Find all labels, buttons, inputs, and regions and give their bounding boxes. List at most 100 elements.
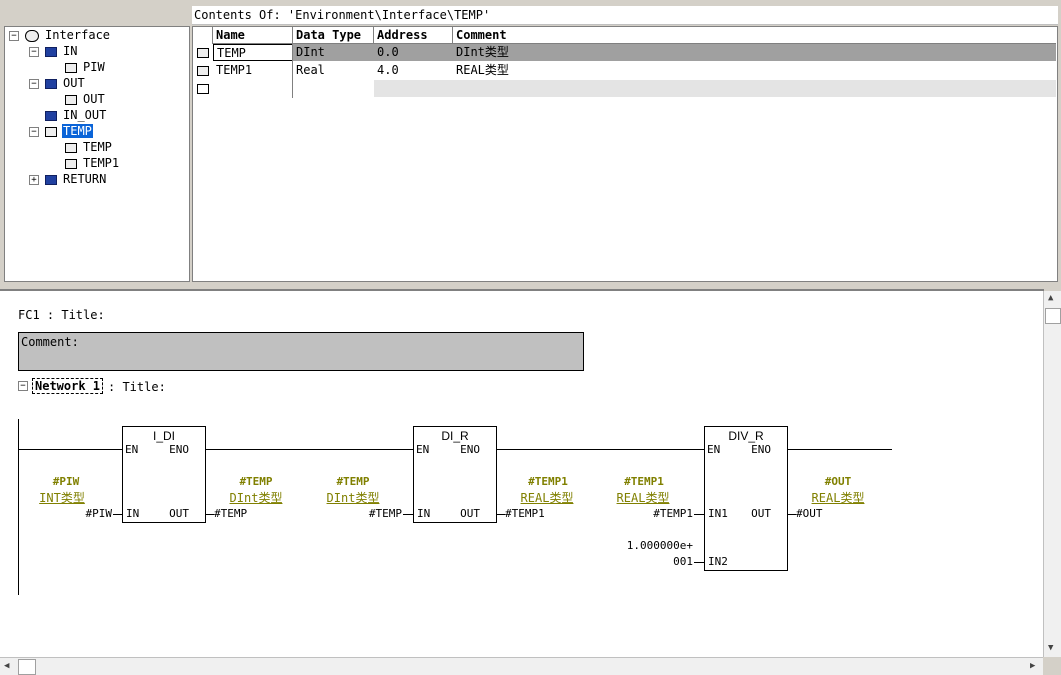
pin-wire — [113, 514, 122, 515]
symbol-label: #TEMP — [239, 475, 273, 488]
pin-in2: IN2 — [708, 555, 728, 568]
ladder-editor[interactable]: FC1 : Title: Comment: − Network 1 : Titl… — [0, 289, 1044, 657]
table-cell-name[interactable]: TEMP1 — [216, 62, 252, 79]
pin-wire — [403, 514, 413, 515]
tree-item-return[interactable]: RETURN — [63, 172, 106, 186]
scroll-right-icon[interactable]: ▶ — [1030, 661, 1035, 671]
param-icon — [45, 79, 57, 89]
network-label[interactable]: Network 1 — [32, 378, 104, 394]
comment-box[interactable]: Comment: — [18, 332, 584, 371]
scroll-thumb[interactable] — [1045, 308, 1061, 324]
scroll-up-icon[interactable]: ▲ — [1048, 293, 1053, 303]
tree-item-in[interactable]: IN — [63, 44, 77, 58]
pin-out: OUT — [460, 507, 480, 520]
comment-label: REAL类型 — [616, 491, 670, 505]
collapse-icon[interactable]: − — [9, 31, 19, 41]
operand-out[interactable]: #TEMP — [214, 507, 247, 520]
eno-wire — [496, 449, 705, 450]
symbol-label: #TEMP — [336, 475, 370, 488]
comment-label: DInt类型 — [229, 491, 283, 505]
contents-of-bar: Contents Of: 'Environment\Interface\TEMP… — [192, 6, 1058, 25]
column-header-comment[interactable]: Comment — [453, 27, 1056, 44]
horizontal-scrollbar[interactable]: ◀ ▶ — [0, 657, 1043, 675]
operand-in2-line1[interactable]: 1.000000e+ — [612, 539, 693, 552]
collapse-network-icon[interactable]: − — [18, 381, 28, 391]
tree-item-temp-child[interactable]: TEMP — [83, 140, 112, 154]
table-cell-comment[interactable]: REAL类型 — [456, 62, 509, 79]
scroll-down-icon[interactable]: ▼ — [1048, 643, 1053, 653]
pin-eno: ENO — [460, 443, 480, 456]
table-cell-type[interactable]: Real — [296, 62, 325, 79]
network-title: : Title: — [108, 380, 166, 394]
comment-label: REAL类型 — [811, 491, 865, 505]
collapse-icon[interactable]: − — [29, 79, 39, 89]
function-box-i-di[interactable]: I_DI EN ENO IN OUT — [122, 426, 206, 523]
param-icon — [45, 175, 57, 185]
table-cell-address[interactable]: 4.0 — [377, 62, 399, 79]
contents-of-label: Contents Of: 'Environment\Interface\TEMP… — [194, 8, 491, 22]
box-title: I_DI — [152, 429, 175, 443]
param-icon — [45, 47, 57, 57]
table-cell-comment[interactable]: DInt类型 — [456, 44, 509, 61]
pin-en: EN — [125, 443, 139, 456]
interface-tree[interactable]: − Interface − IN PIW − OUT OUT IN_OUT − … — [4, 26, 190, 282]
pin-en: EN — [707, 443, 721, 456]
operand-in[interactable]: #TEMP — [350, 507, 402, 520]
table-cell-address[interactable]: 0.0 — [377, 44, 399, 61]
operand-out[interactable]: #TEMP1 — [505, 507, 545, 520]
pin-in1: IN1 — [708, 507, 728, 520]
table-cell-name[interactable]: TEMP — [213, 44, 293, 61]
variable-icon — [65, 143, 77, 153]
power-rail — [18, 419, 19, 595]
tree-item-temp[interactable]: TEMP — [62, 124, 93, 138]
pin-in: IN — [417, 507, 431, 520]
column-header-data-type[interactable]: Data Type — [293, 27, 374, 44]
collapse-icon[interactable]: − — [29, 47, 39, 57]
vertical-scrollbar[interactable]: ▲ ▼ — [1043, 291, 1061, 657]
expand-icon[interactable]: + — [29, 175, 39, 185]
operand-out[interactable]: #OUT — [796, 507, 823, 520]
collapse-icon[interactable]: − — [29, 127, 39, 137]
tree-item-out-child[interactable]: OUT — [83, 92, 105, 106]
variable-table[interactable]: Name Data Type Address Comment TEMP DInt… — [192, 26, 1058, 282]
pin-in: IN — [126, 507, 140, 520]
pin-wire — [497, 514, 505, 515]
box-title: DIV_R — [728, 429, 764, 443]
column-header-name[interactable]: Name — [213, 27, 293, 44]
box-title: DI_R — [441, 429, 469, 443]
comment-label: INT类型 — [39, 491, 85, 505]
tree-item-piw[interactable]: PIW — [83, 60, 105, 74]
pin-eno: ENO — [169, 443, 189, 456]
pin-wire — [694, 514, 704, 515]
function-box-di-r[interactable]: DI_R EN ENO IN OUT — [413, 426, 497, 523]
table-cell-type[interactable]: DInt — [296, 44, 325, 61]
tree-item-temp1-child[interactable]: TEMP1 — [83, 156, 119, 170]
scroll-left-icon[interactable]: ◀ — [4, 661, 9, 671]
operand-in[interactable]: #PIW — [60, 507, 113, 520]
row-header-corner — [193, 27, 213, 44]
function-box-div-r[interactable]: DIV_R EN ENO IN1 OUT IN2 — [704, 426, 788, 571]
column-header-address[interactable]: Address — [374, 27, 453, 44]
pin-wire — [206, 514, 214, 515]
pin-out: OUT — [751, 507, 771, 520]
tree-item-interface[interactable]: Interface — [45, 28, 110, 42]
tree-item-out[interactable]: OUT — [63, 76, 85, 90]
variable-icon — [65, 95, 77, 105]
pin-wire — [788, 514, 796, 515]
symbol-label: #TEMP1 — [624, 475, 664, 488]
tree-item-in-out[interactable]: IN_OUT — [63, 108, 106, 122]
pin-out: OUT — [169, 507, 189, 520]
operand-in1[interactable]: #TEMP1 — [636, 507, 693, 520]
table-row-empty[interactable] — [374, 80, 1056, 97]
comment-label: REAL类型 — [520, 491, 574, 505]
variable-icon — [65, 63, 77, 73]
pin-eno: ENO — [751, 443, 771, 456]
pin-en: EN — [416, 443, 430, 456]
comment-label: DInt类型 — [326, 491, 380, 505]
pin-wire — [694, 562, 704, 563]
symbol-label: #TEMP1 — [528, 475, 568, 488]
table-row-selected[interactable] — [293, 44, 1056, 61]
scroll-thumb[interactable] — [18, 659, 36, 675]
eno-wire — [205, 449, 414, 450]
operand-in2-line2[interactable]: 001 — [612, 555, 693, 568]
